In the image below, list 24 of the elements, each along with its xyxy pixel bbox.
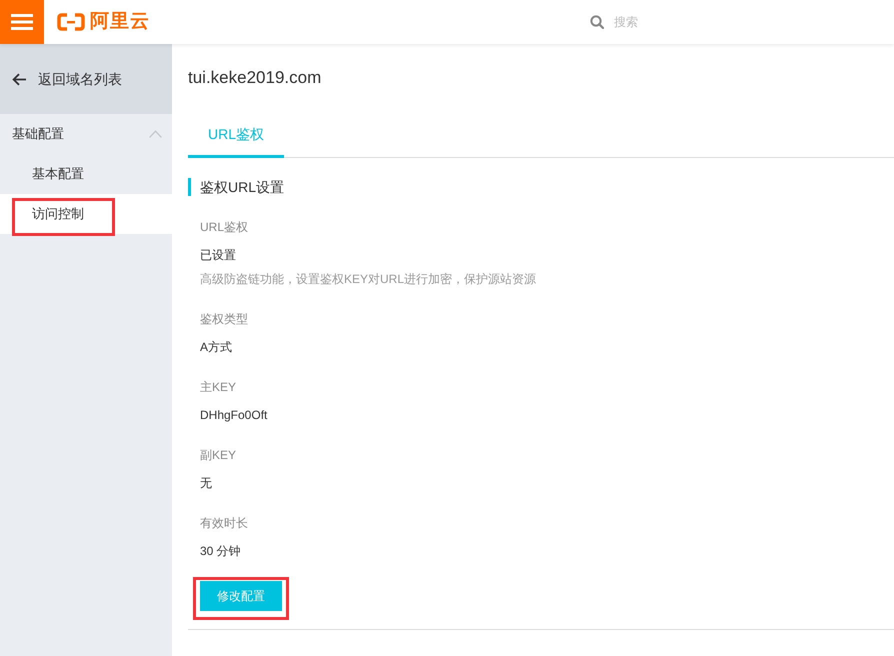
domain-title: tui.keke2019.com: [188, 67, 322, 89]
search-icon: [590, 15, 604, 29]
field-value: 已设置: [200, 247, 236, 264]
field-hint: 高级防盗链功能，设置鉴权KEY对URL进行加密，保护源站资源: [200, 271, 536, 288]
back-arrow-icon: [12, 72, 27, 86]
menu-button[interactable]: [0, 0, 44, 44]
menu-icon: [11, 14, 33, 30]
field-label: URL鉴权: [200, 219, 248, 236]
field-label: 副KEY: [200, 447, 236, 464]
field-label: 鉴权类型: [200, 311, 248, 328]
field-value: DHhgFo0Oft: [200, 407, 268, 424]
sidebar-group-header[interactable]: 基础配置: [0, 114, 172, 154]
field-label: 有效时长: [200, 515, 248, 532]
field-value: 30 分钟: [200, 543, 241, 560]
logo-icon: [57, 13, 85, 31]
search-field[interactable]: 搜索: [614, 13, 854, 31]
brand-name: 阿里云: [90, 10, 150, 34]
sidebar-item[interactable]: 访问控制: [0, 194, 172, 234]
sidebar-item[interactable]: 基本配置: [0, 154, 172, 194]
field-label: 主KEY: [200, 379, 236, 396]
back-link[interactable]: 返回域名列表: [0, 44, 172, 114]
field-value: 无: [200, 475, 212, 492]
field-value: A方式: [200, 339, 232, 356]
section-title: 鉴权URL设置: [188, 178, 284, 196]
